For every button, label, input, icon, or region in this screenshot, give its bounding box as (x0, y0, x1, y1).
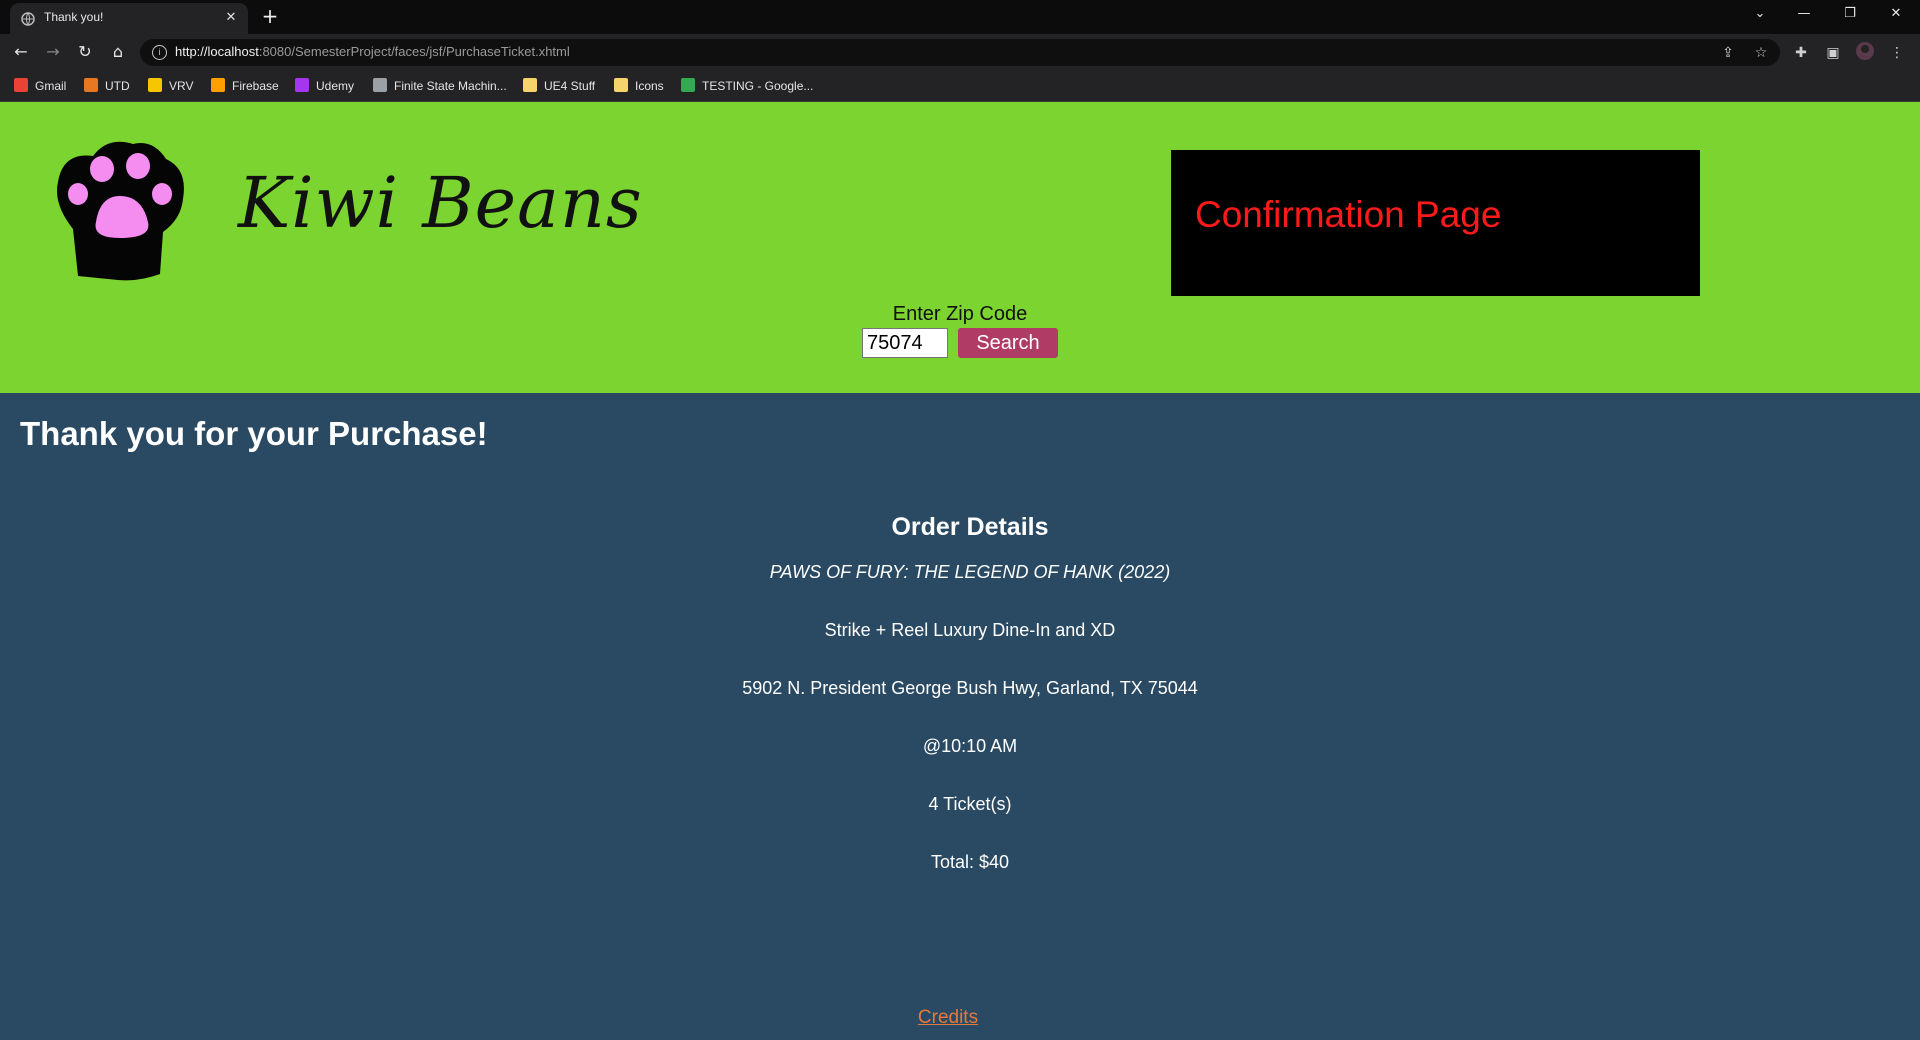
folder-icon (614, 78, 628, 92)
url-text[interactable]: http://localhost:8080/SemesterProject/fa… (175, 44, 570, 59)
bookmark-label: Icons (635, 79, 664, 93)
profile-avatar[interactable] (1853, 41, 1877, 65)
site-info-icon[interactable]: i (152, 45, 167, 60)
utd-icon (84, 78, 98, 92)
brand-name: Kiwi Beans (238, 162, 643, 244)
zip-label: Enter Zip Code (892, 303, 1028, 325)
back-icon[interactable]: ← (7, 38, 35, 66)
browser-tab-strip: Thank you! ✕ + ⌄ — ❐ ✕ (0, 0, 1920, 34)
bookmark-label: Gmail (35, 79, 67, 93)
credits-link[interactable]: Credits (0, 1007, 1896, 1029)
url-path: :8080/SemesterProject/faces/jsf/Purchase… (258, 44, 570, 59)
home-icon[interactable]: ⌂ (104, 38, 132, 66)
globe-icon (21, 12, 35, 26)
bookmark-label: Udemy (316, 79, 355, 93)
folder-icon (523, 78, 537, 92)
bookmark-label: Firebase (232, 79, 279, 93)
zip-input[interactable] (862, 328, 948, 358)
share-icon[interactable]: ⇪ (1716, 41, 1740, 65)
order-total: Total: $40 (930, 852, 1010, 872)
tab-title: Thank you! (44, 10, 104, 24)
avatar-icon (1856, 42, 1874, 60)
order-details-heading: Order Details (891, 513, 1049, 541)
forward-icon[interactable]: → (39, 38, 67, 66)
firebase-icon (211, 78, 225, 92)
new-tab-button[interactable]: + (258, 5, 282, 29)
search-button[interactable]: Search (958, 328, 1058, 358)
extensions-icon[interactable]: ✚ (1789, 41, 1813, 65)
main-content: Thank you for your Purchase! Order Detai… (0, 393, 1920, 1040)
theater-name: Strike + Reel Luxury Dine-In and XD (824, 620, 1116, 640)
google-drive-icon (681, 78, 695, 92)
showtime: @10:10 AM (922, 736, 1018, 756)
theater-address: 5902 N. President George Bush Hwy, Garla… (742, 678, 1198, 698)
gmail-icon (14, 78, 28, 92)
bookmark-firebase[interactable]: Firebase (211, 78, 279, 94)
restore-button[interactable]: ❐ (1828, 0, 1872, 30)
site-header: Kiwi Beans Confirmation Page Enter Zip C… (0, 102, 1920, 393)
bookmark-vrv[interactable]: VRV (148, 78, 193, 94)
thank-you-heading: Thank you for your Purchase! (20, 415, 488, 452)
bookmark-icons[interactable]: Icons (614, 78, 664, 94)
bookmark-utd[interactable]: UTD (84, 78, 130, 94)
side-panel-icon[interactable]: ▣ (1821, 41, 1845, 65)
close-window-button[interactable]: ✕ (1874, 0, 1918, 30)
tab-close-icon[interactable]: ✕ (222, 9, 240, 27)
bookmark-gmail[interactable]: Gmail (14, 78, 66, 94)
page-title-box: Confirmation Page (1171, 150, 1700, 296)
url-host: http://localhost (175, 44, 259, 59)
bookmark-testing[interactable]: TESTING - Google... (681, 78, 813, 94)
reload-icon[interactable]: ↻ (71, 38, 99, 66)
paw-logo-icon (57, 141, 184, 281)
minimize-button[interactable]: — (1782, 0, 1826, 30)
bookmark-label: Finite State Machin... (394, 79, 507, 93)
browser-tab[interactable]: Thank you! ✕ (10, 3, 248, 34)
movie-title: PAWS OF FURY: THE LEGEND OF HANK (2022) (769, 562, 1171, 582)
bookmark-label: TESTING - Google... (702, 79, 814, 93)
bookmark-ue4-stuff[interactable]: UE4 Stuff (523, 78, 595, 94)
bookmark-finite-state[interactable]: Finite State Machin... (373, 78, 507, 94)
bookmark-label: UE4 Stuff (544, 79, 596, 93)
ticket-count: 4 Ticket(s) (928, 794, 1012, 814)
tab-search-icon[interactable]: ⌄ (1738, 0, 1782, 30)
udemy-icon (295, 78, 309, 92)
page-title: Confirmation Page (1195, 194, 1502, 235)
bookmarks-bar: Gmail UTD VRV Firebase Udemy Finite Stat… (0, 70, 1920, 102)
bookmark-star-icon[interactable]: ☆ (1749, 41, 1773, 65)
menu-icon[interactable]: ⋮ (1885, 41, 1909, 65)
bookmark-label: VRV (169, 79, 194, 93)
address-bar[interactable]: i http://localhost:8080/SemesterProject/… (140, 39, 1780, 66)
bookmark-label: UTD (105, 79, 130, 93)
bookmark-udemy[interactable]: Udemy (295, 78, 354, 94)
vrv-icon (148, 78, 162, 92)
globe-icon (373, 78, 387, 92)
